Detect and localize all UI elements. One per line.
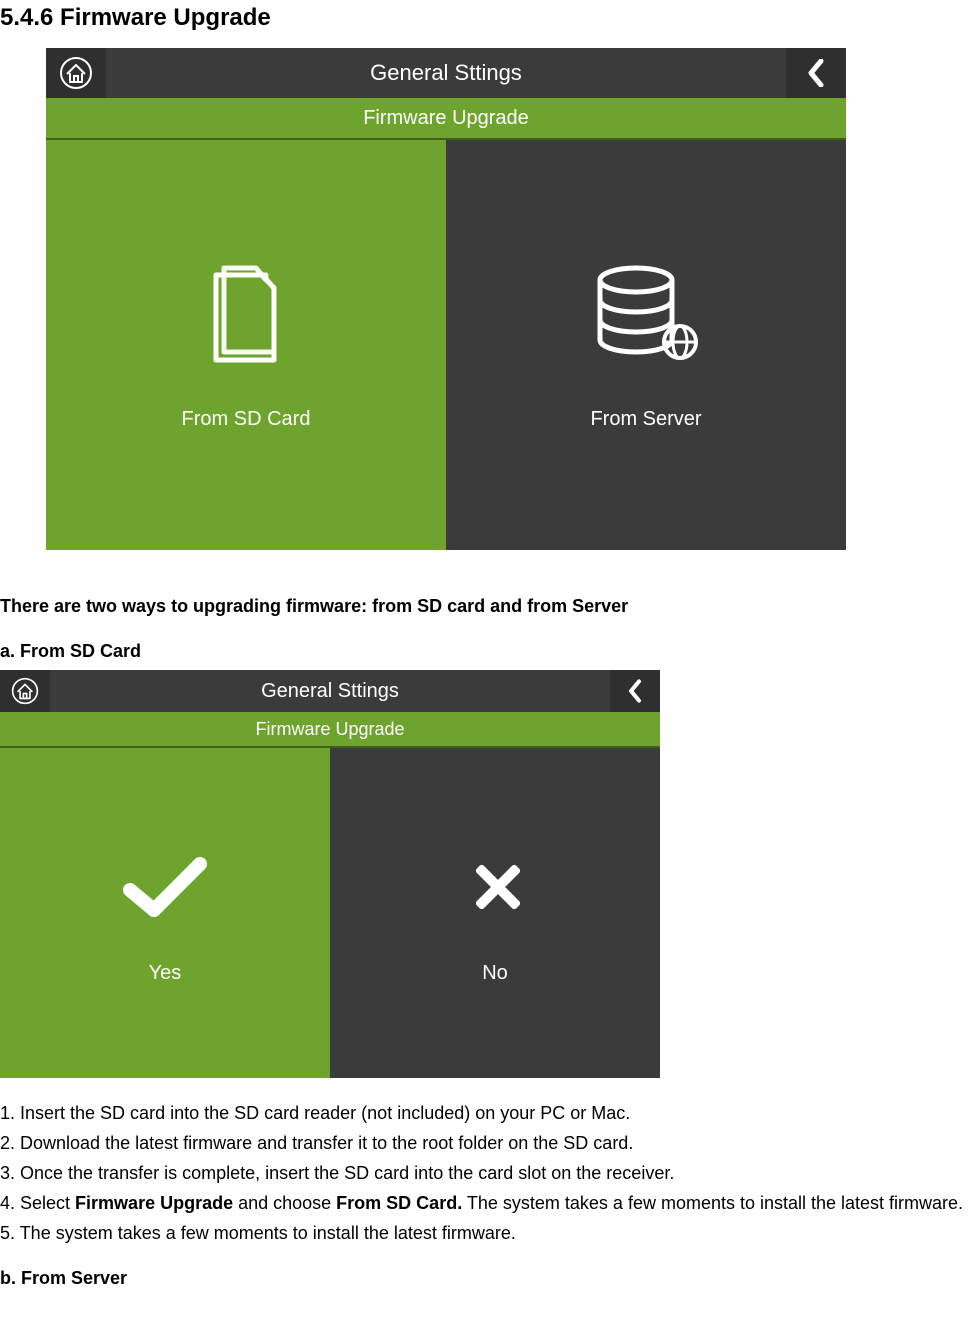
screenshot-confirm: General Sttings Firmware Upgrade Yes No [0, 670, 660, 1078]
confirm-no[interactable]: No [330, 748, 660, 1078]
cross-icon [465, 842, 525, 932]
intro-text: There are two ways to upgrading firmware… [0, 596, 978, 617]
text: and choose [233, 1193, 336, 1213]
back-button[interactable] [610, 670, 660, 712]
subbar-title: Firmware Upgrade [46, 98, 846, 140]
subbar-title: Firmware Upgrade [0, 712, 660, 748]
topbar-title: General Sttings [106, 60, 786, 86]
home-icon [59, 56, 93, 90]
tile-label: No [482, 962, 508, 985]
back-button[interactable] [786, 48, 846, 98]
screenshot-topbar: General Sttings [0, 670, 660, 712]
bold-text: From SD Card. [336, 1193, 462, 1213]
step-1: 1. Insert the SD card into the SD card r… [0, 1100, 978, 1126]
steps-list: 1. Insert the SD card into the SD card r… [0, 1100, 978, 1246]
home-button[interactable] [46, 48, 106, 98]
confirm-yes[interactable]: Yes [0, 748, 330, 1078]
subhead-b: b. From Server [0, 1268, 978, 1289]
tile-label: From Server [590, 408, 701, 431]
sd-card-icon [196, 260, 296, 370]
back-icon [627, 679, 643, 703]
check-icon [120, 842, 210, 932]
screenshot-upgrade-options: General Sttings Firmware Upgrade From SD… [46, 48, 846, 550]
option-from-server[interactable]: From Server [446, 140, 846, 550]
tile-label: From SD Card [182, 408, 311, 431]
option-from-sd-card[interactable]: From SD Card [46, 140, 446, 550]
subhead-a: a. From SD Card [0, 641, 978, 662]
screenshot-topbar: General Sttings [46, 48, 846, 98]
step-2: 2. Download the latest firmware and tran… [0, 1130, 978, 1156]
step-3: 3. Once the transfer is complete, insert… [0, 1160, 978, 1186]
back-icon [806, 59, 826, 87]
bold-text: Firmware Upgrade [75, 1193, 233, 1213]
tile-label: Yes [149, 962, 182, 985]
home-icon [11, 677, 39, 705]
step-5: 5. The system takes a few moments to ins… [0, 1220, 978, 1246]
step-4: 4. Select Firmware Upgrade and choose Fr… [0, 1190, 978, 1216]
home-button[interactable] [0, 670, 50, 712]
section-heading: 5.4.6 Firmware Upgrade [0, 4, 978, 32]
server-icon [586, 260, 706, 370]
text: The system takes a few moments to instal… [462, 1193, 963, 1213]
topbar-title: General Sttings [50, 680, 610, 703]
text: 4. Select [0, 1193, 75, 1213]
